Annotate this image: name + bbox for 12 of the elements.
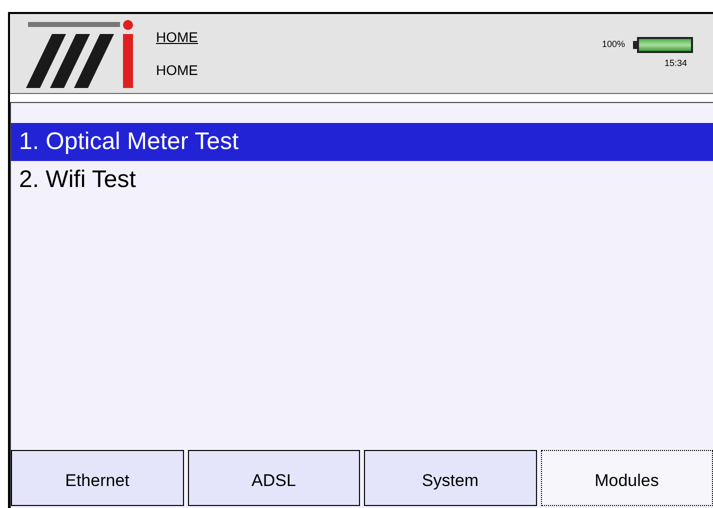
tab[interactable]: ADSL xyxy=(188,450,360,506)
tab[interactable]: Modules xyxy=(540,450,713,506)
tab[interactable]: Ethernet xyxy=(11,450,184,506)
menu-item[interactable]: 1. Optical Meter Test xyxy=(11,123,713,161)
battery-icon xyxy=(633,36,693,53)
menu-item[interactable]: 2. Wifi Test xyxy=(11,161,713,199)
battery-percent: 100% xyxy=(602,38,625,51)
page-subtitle: HOME xyxy=(156,60,198,80)
page-title[interactable]: HOME xyxy=(156,26,198,48)
tab[interactable]: System xyxy=(364,450,536,506)
logo-icon xyxy=(26,20,136,88)
clock-time: 15:34 xyxy=(664,56,688,70)
